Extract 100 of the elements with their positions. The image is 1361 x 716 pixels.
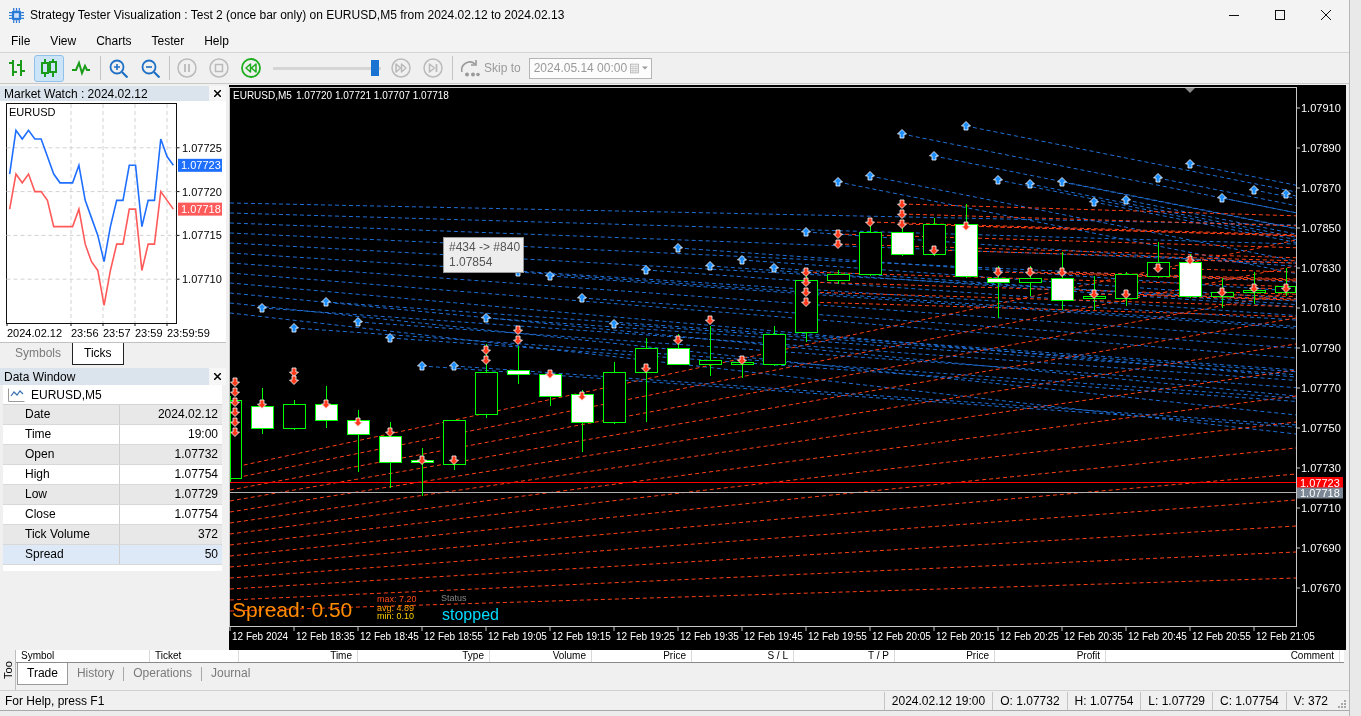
up-arrow-icon	[961, 121, 971, 131]
status-text: O: 1.07732	[992, 691, 1067, 710]
price-tag: 1.07723	[1297, 476, 1343, 489]
slider-thumb[interactable]	[371, 60, 379, 76]
up-arrow-icon	[705, 261, 715, 271]
table-cell: Date	[3, 405, 120, 424]
resize-grip-icon	[1337, 699, 1346, 708]
down-arrow-icon	[865, 217, 875, 227]
down-arrow-icon	[961, 221, 971, 231]
table-row[interactable]: Date 2024.02.12	[3, 405, 222, 425]
tab[interactable]: Ticks	[72, 343, 124, 365]
axis-label: 1.07910	[1301, 102, 1341, 114]
table-cell-text: 2024.02.12	[156, 406, 219, 423]
candle	[827, 269, 850, 285]
up-arrow-icon	[289, 323, 299, 333]
up-arrow-icon	[321, 297, 331, 307]
tab[interactable]: History	[67, 663, 124, 685]
down-arrow-icon	[737, 355, 747, 365]
up-arrow-icon	[993, 175, 1003, 185]
column-header[interactable]: T / P	[794, 650, 895, 662]
tab[interactable]: Journal	[201, 663, 260, 685]
column-header[interactable]: Ticket	[150, 650, 239, 662]
candle	[571, 389, 594, 453]
candle	[1019, 265, 1042, 297]
zoom-in-icon	[108, 58, 128, 78]
candle	[251, 387, 274, 435]
axis-label: 1.07830	[1301, 262, 1341, 274]
candle	[283, 399, 306, 431]
down-arrow-icon	[1057, 267, 1067, 277]
column-header[interactable]: Symbol	[16, 650, 150, 662]
axis-label: 12 Feb 19:05	[488, 631, 547, 642]
spread-stat: avg: 4.89	[377, 602, 415, 613]
tab[interactable]: Trade	[17, 663, 68, 685]
axis-label: 1.07710	[1301, 502, 1341, 514]
candlestick-button[interactable]	[34, 54, 64, 82]
candle	[699, 325, 722, 377]
close-button[interactable]	[209, 368, 226, 385]
close-icon	[214, 373, 221, 380]
down-arrow-icon	[1089, 289, 1099, 299]
up-arrow-icon	[449, 361, 459, 371]
price-tag: 1.07718	[1297, 487, 1343, 499]
table-cell-text: 1.07729	[173, 486, 219, 503]
table-row[interactable]: Tick Volume 372	[3, 525, 222, 545]
axis-label: 1.07715	[182, 229, 222, 242]
table-row[interactable]: Open 1.07732	[3, 445, 222, 465]
menu-item[interactable]: Help	[194, 32, 239, 50]
axis-label: 12 Feb 19:15	[552, 631, 611, 642]
close-icon	[1321, 10, 1331, 20]
tab[interactable]: Symbols	[4, 343, 72, 365]
candle	[443, 419, 466, 471]
up-arrow-icon	[929, 151, 939, 161]
axis-label: 1.07790	[1301, 342, 1341, 354]
up-arrow-icon	[545, 271, 555, 281]
table-cell-text: 1.07732	[173, 446, 219, 463]
menu-item[interactable]: View	[40, 32, 87, 50]
menu-item[interactable]: Tester	[141, 32, 195, 50]
down-arrow-icon	[1121, 289, 1131, 299]
close-button[interactable]	[209, 86, 226, 101]
menu-item[interactable]: File	[1, 32, 41, 50]
down-arrow-icon	[545, 369, 555, 379]
ohlc-bars-icon	[8, 59, 26, 77]
candle	[667, 333, 690, 365]
column-header[interactable]: Type	[358, 650, 490, 662]
zoom-out-icon	[140, 58, 160, 78]
column-header[interactable]: Comment	[1106, 650, 1340, 662]
axis-label: 23:59:59	[167, 327, 210, 339]
axis-label: 1.07670	[1301, 582, 1341, 594]
down-arrow-icon	[1185, 255, 1195, 265]
up-arrow-icon	[1025, 179, 1035, 189]
spread-stat: min: 0.10	[377, 611, 415, 621]
axis-label: 1.07710	[182, 273, 222, 286]
down-arrow-icon	[577, 391, 587, 401]
column-header[interactable]: Time	[239, 650, 358, 662]
axis-label: 12 Feb 19:35	[680, 631, 739, 642]
fast-forward-icon	[391, 58, 411, 78]
menu-item[interactable]: Charts	[86, 32, 142, 50]
triangle-icon	[1185, 88, 1195, 93]
curved-arrow-icon	[460, 59, 480, 77]
candle	[987, 265, 1010, 319]
up-arrow-icon	[609, 319, 619, 329]
tooltip-text: #434 -> #840	[449, 240, 518, 255]
up-arrow-icon	[417, 361, 427, 371]
axis-label: 1.07890	[1301, 142, 1341, 154]
axis-label: 12 Feb 21:05	[1256, 631, 1315, 642]
axis-label: 23:56	[71, 327, 99, 339]
column-header[interactable]: S / L	[692, 650, 794, 662]
tab[interactable]: Operations	[124, 663, 201, 685]
table-row[interactable]: Spread 50	[3, 545, 222, 565]
column-header[interactable]: Price	[592, 650, 692, 662]
column-header[interactable]: Price	[895, 650, 995, 662]
price-tag: 1.07718	[178, 202, 222, 216]
axis-label: 12 Feb 2024	[232, 631, 289, 642]
axis-label: 1.07690	[1301, 542, 1341, 554]
table-row[interactable]: Low 1.07729	[3, 485, 222, 505]
up-arrow-icon	[1281, 189, 1291, 199]
up-arrow-icon	[769, 263, 779, 273]
up-arrow-icon	[1249, 185, 1259, 195]
column-header[interactable]: Volume	[490, 650, 592, 662]
symbol-label: EURUSD	[9, 106, 56, 118]
column-header[interactable]: Profit	[995, 650, 1106, 662]
